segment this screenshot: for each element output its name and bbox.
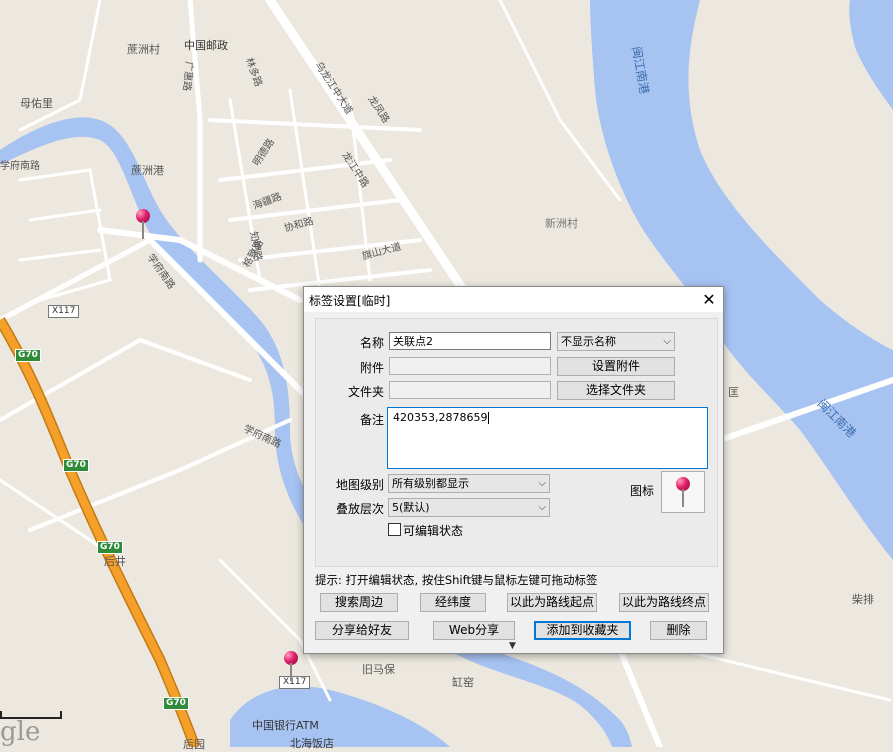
map-level-select[interactable]: 所有级别都显示 ⌵	[388, 474, 550, 493]
expand-more-icon[interactable]: ▼	[509, 641, 516, 651]
g70-shield: G70	[163, 697, 189, 710]
web-share-button[interactable]: Web分享	[433, 621, 515, 640]
map-label: 后园	[183, 738, 205, 751]
name-label: 名称	[359, 336, 384, 350]
close-icon[interactable]: ✕	[695, 287, 723, 312]
name-input[interactable]: 关联点2	[389, 332, 551, 350]
route-end-button[interactable]: 以此为路线终点	[619, 593, 709, 612]
map-label: 旧马保	[362, 663, 395, 676]
chevron-down-icon: ⌵	[538, 502, 546, 513]
layer-select[interactable]: 5(默认) ⌵	[388, 498, 550, 517]
dialog-title: 标签设置[临时]	[309, 294, 391, 308]
attachment-label: 附件	[359, 361, 384, 375]
layer-value: 5(默认)	[392, 501, 430, 514]
share-friend-button[interactable]: 分享给好友	[315, 621, 409, 640]
add-favorite-button[interactable]: 添加到收藏夹	[534, 621, 631, 640]
hint-text: 提示: 打开编辑状态, 按住Shift键与鼠标左键可拖动标签	[315, 573, 598, 587]
map-label: 缸窑	[452, 676, 474, 689]
map-label: 广惠路	[180, 60, 195, 92]
folder-label: 文件夹	[347, 385, 384, 399]
choose-folder-button[interactable]: 选择文件夹	[557, 381, 675, 400]
pin-icon	[676, 477, 690, 507]
g70-shield: G70	[97, 541, 123, 554]
g70-shield: G70	[63, 459, 89, 472]
layer-label: 叠放层次	[335, 502, 384, 516]
google-logo: gle	[0, 717, 41, 747]
text-caret	[488, 412, 490, 424]
icon-picker[interactable]	[661, 471, 705, 513]
map-label: 后井	[104, 555, 126, 568]
map-level-label: 地图级别	[335, 478, 384, 492]
attachment-input[interactable]	[389, 357, 551, 375]
map-label: 中国银行ATM	[252, 719, 319, 732]
set-attachment-button[interactable]: 设置附件	[557, 357, 675, 376]
map-label: 柴排	[852, 593, 874, 606]
dialog-titlebar[interactable]: 标签设置[临时] ✕	[304, 287, 723, 312]
map-level-value: 所有级别都显示	[392, 477, 469, 490]
name-display-select[interactable]: 不显示名称 ⌵	[557, 332, 675, 351]
memo-text: 420353,2878659	[393, 411, 488, 424]
map-label: 匡	[728, 386, 739, 399]
chevron-down-icon: ⌵	[663, 336, 671, 347]
editable-label: 可编辑状态	[403, 524, 464, 538]
map-label: 蔗洲村	[127, 43, 160, 56]
label-settings-dialog: 标签设置[临时] ✕ 名称 关联点2 不显示名称 ⌵ 附件 设置附件 文件夹 选…	[303, 286, 724, 654]
chevron-down-icon: ⌵	[538, 478, 546, 489]
name-display-value: 不显示名称	[561, 335, 616, 348]
map-label: 新洲村	[545, 217, 578, 230]
route-start-button[interactable]: 以此为路线起点	[507, 593, 597, 612]
memo-label: 备注	[359, 413, 384, 427]
map-label: 北海饭店	[290, 737, 334, 750]
map-label: 中国邮政	[184, 39, 228, 52]
memo-textarea[interactable]: 420353,2878659	[387, 407, 708, 469]
map-label: 学府南路	[0, 161, 40, 172]
lat-lon-button[interactable]: 经纬度	[420, 593, 486, 612]
map-pin-marker[interactable]	[284, 651, 298, 681]
search-nearby-button[interactable]: 搜索周边	[320, 593, 398, 612]
x117-shield: X117	[48, 305, 80, 318]
map-label: 蔗洲港	[131, 164, 164, 177]
map-pin-marker[interactable]	[136, 209, 150, 239]
icon-label: 图标	[630, 484, 655, 498]
folder-input[interactable]	[389, 381, 551, 399]
delete-button[interactable]: 删除	[650, 621, 707, 640]
g70-shield: G70	[15, 349, 41, 362]
editable-checkbox[interactable]	[388, 523, 401, 536]
map-label: 母佑里	[20, 97, 53, 110]
